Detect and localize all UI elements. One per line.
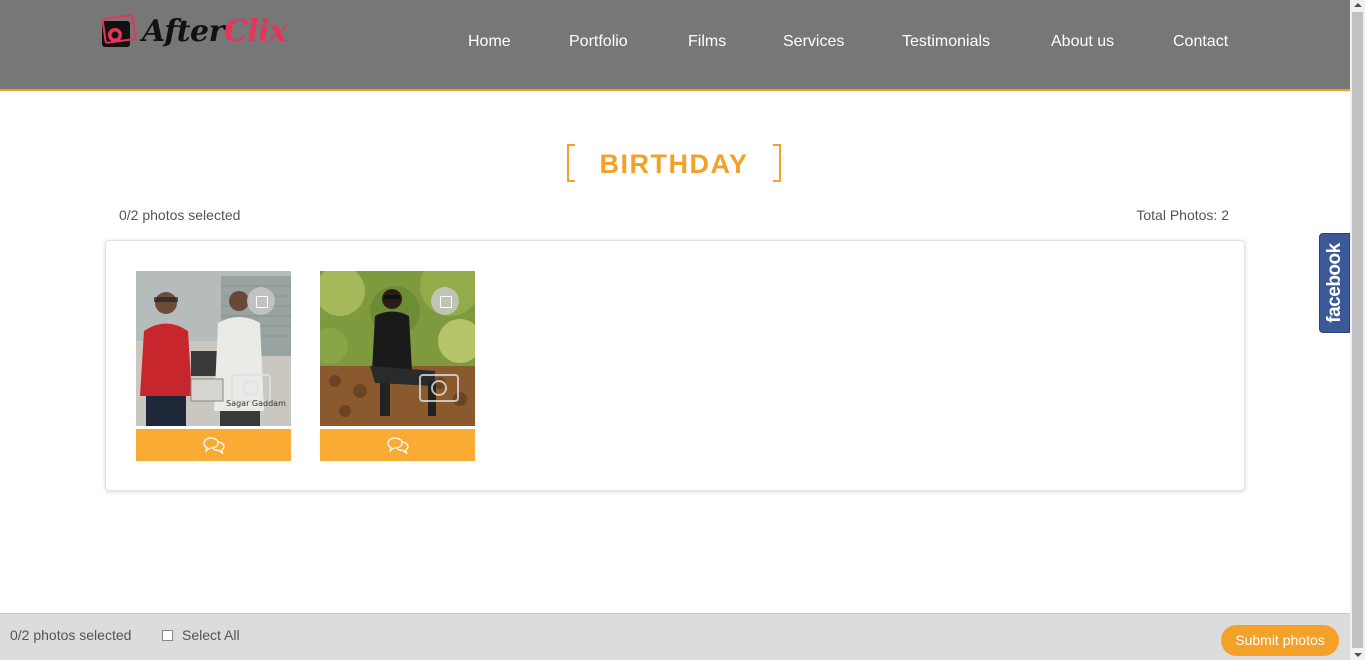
comment-icon [202,437,225,454]
photo-select-toggle[interactable] [247,287,275,315]
nav-contact[interactable]: Contact [1173,33,1228,51]
nav-films[interactable]: Films [688,33,726,51]
main-nav: Home Portfolio Films Services Testimonia… [0,33,1350,55]
comment-button[interactable] [320,429,475,461]
photos-selected-count: 0/2 photos selected [119,207,241,223]
scroll-down-arrow-icon[interactable] [1354,653,1362,657]
scroll-up-arrow-icon[interactable] [1354,3,1362,7]
nav-home[interactable]: Home [468,33,511,51]
submit-photos-button[interactable]: Submit photos [1221,625,1339,656]
photo-thumbnail[interactable] [320,271,475,426]
total-photos-count: Total Photos: 2 [1136,207,1229,223]
comment-button[interactable] [136,429,291,461]
photo-thumbnail[interactable]: Sagar Gaddam [136,271,291,426]
nav-about-us[interactable]: About us [1051,33,1114,51]
scroll-thumb[interactable] [1352,12,1363,648]
photo-select-toggle[interactable] [431,287,459,315]
select-all-checkbox[interactable] [162,629,173,641]
nav-testimonials[interactable]: Testimonials [902,33,990,51]
footer-selected-count: 0/2 photos selected [10,627,132,643]
album-title: BIRTHDAY [599,149,749,179]
facebook-tab[interactable]: facebook [1319,233,1350,333]
nav-services[interactable]: Services [783,33,844,51]
page-scrollbar[interactable] [1350,0,1365,660]
photo-card: Sagar Gaddam [136,271,291,461]
nav-portfolio[interactable]: Portfolio [569,33,628,51]
title-bracket-right [773,144,781,182]
selection-footer: 0/2 photos selected Select All Submit ph… [0,613,1350,660]
select-all-label: Select All [182,627,240,643]
photo-gallery: Sagar Gaddam [105,240,1245,491]
album-title-block: BIRTHDAY [565,144,783,186]
site-header: AfterClix Home Portfolio Films Services … [0,0,1350,91]
photo-watermark: Sagar Gaddam [226,399,286,408]
photo-card [320,271,475,461]
comment-icon [386,437,409,454]
select-all-control[interactable]: Select All [162,627,240,643]
facebook-label: facebook [1323,243,1345,323]
